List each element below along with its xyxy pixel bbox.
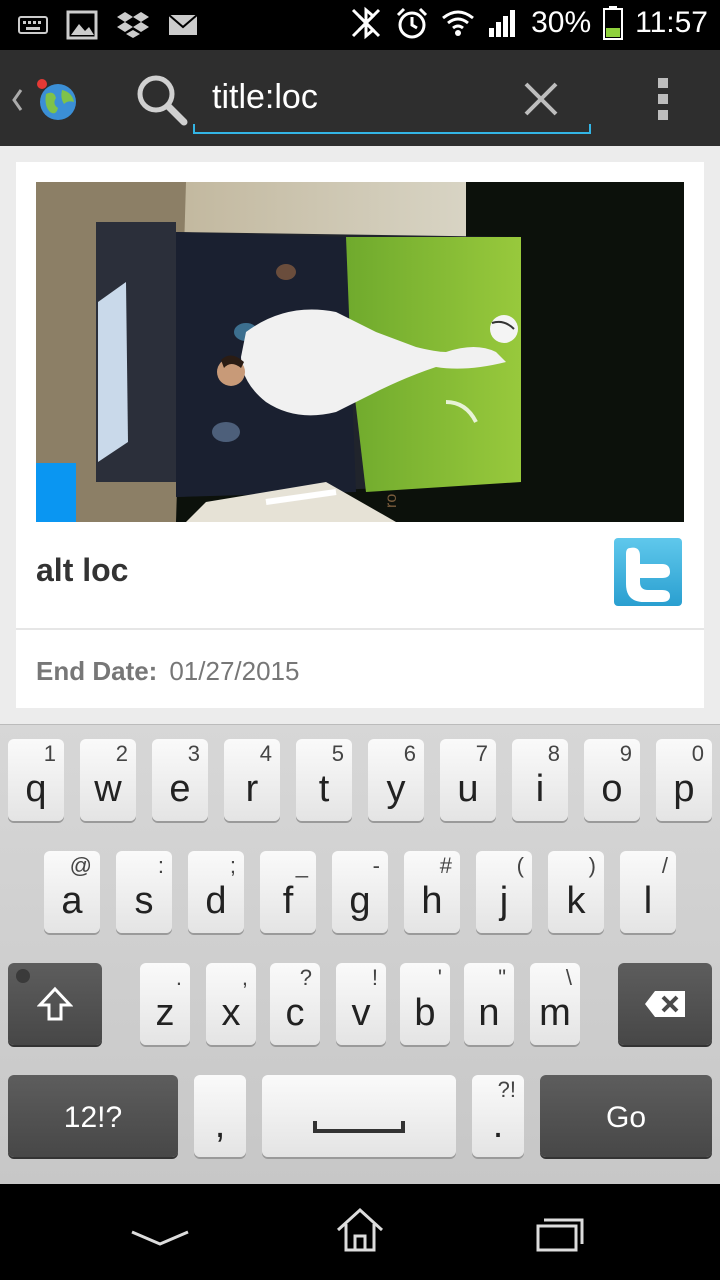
key-s[interactable]: :s — [116, 851, 172, 933]
key-m[interactable]: \ m — [530, 963, 580, 1045]
key-g[interactable]: -g — [332, 851, 388, 933]
key-z[interactable]: .z — [140, 963, 190, 1045]
wifi-icon — [442, 10, 475, 36]
up-button[interactable] — [4, 64, 88, 132]
end-date-value: 01/27/2015 — [169, 656, 300, 686]
hide-keyboard-icon — [131, 1230, 189, 1246]
backspace-icon — [645, 991, 685, 1017]
key-w[interactable]: 2w — [80, 739, 136, 821]
go-key[interactable]: Go — [540, 1075, 712, 1157]
results-list: ro alt loc End Date: 01/27/2015 — [0, 146, 720, 724]
key-period[interactable]: ?!. — [472, 1075, 524, 1157]
key-f[interactable]: _ f — [260, 851, 316, 933]
key-comma[interactable]: , — [194, 1075, 246, 1157]
recents-button[interactable] — [520, 1204, 600, 1260]
key-e[interactable]: 3e — [152, 739, 208, 821]
space-bar-icon — [313, 1121, 405, 1133]
card-divider — [16, 628, 704, 630]
overflow-menu-button[interactable] — [644, 74, 684, 124]
card-photo: ro — [36, 182, 684, 522]
twitter-icon — [626, 547, 670, 602]
search-input-underline — [193, 124, 591, 134]
card-title: alt loc — [36, 552, 129, 588]
result-card[interactable]: ro alt loc End Date: 01/27/2015 — [16, 162, 704, 708]
clear-button[interactable] — [514, 72, 568, 126]
svg-text:ro: ro — [383, 494, 400, 508]
key-k[interactable]: ) k — [548, 851, 604, 933]
key-d[interactable]: ; d — [188, 851, 244, 933]
key-l[interactable]: / l — [620, 851, 676, 933]
image-icon — [66, 10, 98, 40]
end-date-label: End Date: — [36, 656, 158, 686]
home-icon — [336, 1207, 384, 1252]
key-q[interactable]: 1q — [8, 739, 64, 821]
twitter-share-button[interactable] — [614, 538, 682, 606]
key-p[interactable]: 0p — [656, 739, 712, 821]
key-b[interactable]: ' b — [400, 963, 450, 1045]
key-j[interactable]: (j — [476, 851, 532, 933]
overflow-menu-icon — [658, 78, 668, 120]
key-x[interactable]: ,x — [206, 963, 256, 1045]
shift-indicator — [16, 969, 30, 983]
navigation-bar — [0, 1184, 720, 1280]
recents-icon — [536, 1218, 584, 1252]
key-t[interactable]: 5t — [296, 739, 352, 821]
battery-percent: 30% — [531, 6, 592, 39]
key-y[interactable]: 6y — [368, 739, 424, 821]
keyboard-icon — [18, 16, 48, 34]
alarm-icon — [397, 7, 428, 39]
end-date-row: End Date: 01/27/2015 — [36, 656, 299, 687]
bluetooth-icon — [352, 6, 381, 40]
key-h[interactable]: # h — [404, 851, 460, 933]
back-chevron-icon — [12, 89, 23, 111]
home-button[interactable] — [320, 1200, 400, 1260]
signal-icon — [489, 10, 516, 37]
key-c[interactable]: ? c — [270, 963, 320, 1045]
shift-icon — [37, 986, 73, 1021]
search-input[interactable]: title:loc — [212, 78, 318, 117]
hide-keyboard-button[interactable] — [120, 1204, 200, 1260]
battery-icon — [603, 6, 624, 40]
key-i[interactable]: 8i — [512, 739, 568, 821]
shift-key[interactable] — [8, 963, 102, 1045]
key-n[interactable]: " n — [464, 963, 514, 1045]
mail-icon — [168, 14, 198, 35]
category-color-tag — [36, 463, 76, 522]
app-globe-icon — [37, 79, 76, 120]
space-key[interactable] — [262, 1075, 456, 1157]
dropbox-icon — [117, 12, 149, 38]
search-icon — [137, 75, 188, 126]
key-a[interactable]: @ a — [44, 851, 100, 933]
clock: 11:57 — [635, 6, 708, 39]
clear-icon — [524, 82, 558, 116]
key-v[interactable]: ! v — [336, 963, 386, 1045]
key-o[interactable]: 9o — [584, 739, 640, 821]
soft-keyboard: 1q 2w 3e 4r 5t 6y 7u 8i 9o 0p @ a :s ; d _… — [0, 724, 720, 1184]
status-bar: 30% 11:57 — [0, 0, 720, 50]
key-r[interactable]: 4r — [224, 739, 280, 821]
key-u[interactable]: 7u — [440, 739, 496, 821]
symbols-key[interactable]: 12!? — [8, 1075, 178, 1157]
backspace-key[interactable] — [618, 963, 712, 1045]
